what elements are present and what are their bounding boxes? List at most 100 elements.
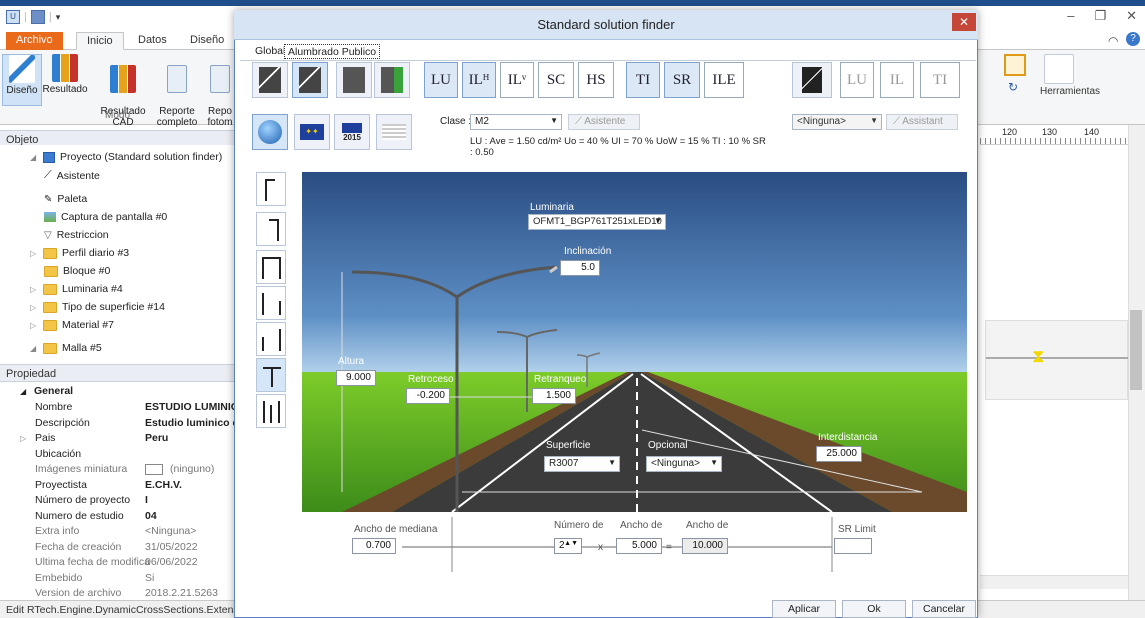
road-type-4[interactable] [374,62,410,98]
property-value[interactable]: Si [145,572,235,584]
save-icon[interactable] [30,10,45,24]
criteria-ile-button[interactable]: ILE [704,62,744,98]
tab-diseno[interactable]: Diseño [180,32,234,50]
retroceso-input[interactable]: -0.200 [406,388,450,404]
property-value[interactable]: Estudio luminico de l [145,417,235,429]
property-row[interactable]: Imágenes miniatura (ninguno) [0,463,236,478]
property-row[interactable]: Ultima fecha de modifica 06/06/2022 [0,556,236,571]
collapse-arrow-icon[interactable]: ◢ [30,153,38,162]
asistente-button[interactable]: ⟋ Asistente [568,114,640,130]
tree-item-captura[interactable]: Captura de pantalla #0 [44,211,167,223]
expand-arrow-icon[interactable]: ▷ [20,434,26,443]
luminaria-select[interactable]: OFMT1_BGP761T251xLED10 ▼ [528,214,666,230]
customize-icon[interactable]: ▾ [56,12,61,23]
criteria-sc-button[interactable]: SC [538,62,574,98]
expand-arrow-icon[interactable]: ▷ [30,303,38,312]
property-row[interactable]: Extra info <Ninguna> [0,525,236,540]
layout-opposite[interactable] [256,250,286,284]
ribbon-collapse-icon[interactable]: ◠ [1108,34,1118,48]
tree-item-bloque[interactable]: Bloque #0 [44,265,110,277]
layout-single-right[interactable] [256,212,286,246]
tab-datos[interactable]: Datos [128,32,177,50]
opcional-select[interactable]: <Ninguna> ▼ [646,456,722,472]
property-row[interactable]: Numero de estudio 04 [0,510,236,525]
tab-alumbrado-publico[interactable]: Alumbrado Publico [284,44,381,59]
property-value[interactable]: <Ninguna> [145,525,235,537]
app-logo-icon[interactable]: U [6,10,20,24]
tree-item-malla[interactable]: ◢ Malla #5 [30,342,102,354]
property-value[interactable]: Peru [145,432,235,444]
minimize-icon[interactable]: – [1067,8,1074,24]
aplicar-button[interactable]: Aplicar [772,600,836,618]
close-icon[interactable]: ✕ [1126,8,1137,24]
cancelar-button[interactable]: Cancelar [912,600,976,618]
criteria-il-right-button[interactable]: IL [880,62,914,98]
collapse-arrow-icon[interactable]: ◢ [30,344,38,353]
restore-icon[interactable]: ❐ [1094,8,1106,24]
layout-staggered-2[interactable] [256,322,286,356]
property-value[interactable]: E.CH.V. [145,479,235,491]
tree-item-perfil[interactable]: ▷ Perfil diario #3 [30,247,129,259]
tree-item-paleta[interactable]: ✎ Paleta [44,193,87,205]
road-type-1[interactable] [252,62,288,98]
clase-select[interactable]: M2 ▼ [470,114,562,130]
tree-item-luminaria[interactable]: ▷ Luminaria #4 [30,283,123,295]
expand-arrow-icon[interactable]: ▷ [30,285,38,294]
frame-tool-icon[interactable] [1004,54,1026,76]
tree-item-restriccion[interactable]: ▽ Restriccion [44,229,109,241]
road-type-2[interactable] [292,62,328,98]
layout-central[interactable] [256,358,286,392]
reporte-fotometrico-button[interactable]: Repo fotom [204,54,236,128]
layout-central-double[interactable] [256,394,286,428]
property-row[interactable]: Descripción Estudio luminico de l [0,417,236,432]
criteria-lu-right-button[interactable]: LU [840,62,874,98]
property-row[interactable]: Nombre ESTUDIO LUMINICO [0,401,236,416]
standard-us-button[interactable] [376,114,412,150]
property-value[interactable]: 2018.2.21.5263 [145,587,235,599]
criteria-lu-button[interactable]: LU [424,62,458,98]
layout-single-left[interactable] [256,172,286,206]
property-row[interactable]: Número de proyecto I [0,494,236,509]
refresh-icon[interactable]: ↻ [1008,80,1018,94]
inclinacion-input[interactable]: 5.0 [560,260,600,276]
herramientas-button[interactable]: Herramientas [1040,86,1100,97]
criteria-ilv-button[interactable]: ILᵛ [500,62,534,98]
tab-inicio[interactable]: Inicio [76,32,124,50]
horizontal-scrollbar[interactable] [980,575,1128,589]
property-value[interactable]: I [145,494,235,506]
tree-item-superficie[interactable]: ▷ Tipo de superficie #14 [30,301,165,313]
tab-archivo[interactable]: Archivo [6,32,63,50]
road-type-3[interactable] [336,62,372,98]
ok-button[interactable]: Ok [842,600,906,618]
expand-arrow-icon[interactable]: ▷ [30,249,38,258]
criteria-sr-button[interactable]: SR [664,62,700,98]
collapse-arrow-icon[interactable]: ◢ [20,387,26,396]
retranqueo-input[interactable]: 1.500 [532,388,576,404]
dialog-close-button[interactable]: ✕ [952,13,976,31]
expand-arrow-icon[interactable]: ▷ [30,321,38,330]
diseno-button[interactable]: Diseño [2,54,42,106]
property-row[interactable]: Proyectista E.CH.V. [0,479,236,494]
property-row[interactable]: Fecha de creación 31/05/2022 [0,541,236,556]
property-row[interactable]: Embebido Si [0,572,236,587]
secondary-class-select[interactable]: <Ninguna> ▼ [792,114,882,130]
thumbnail-swatch[interactable] [145,464,163,475]
standard-2015-button[interactable]: 2015 [334,114,370,150]
property-value[interactable]: 31/05/2022 [145,541,235,553]
criteria-hs-button[interactable]: HS [578,62,614,98]
reporte-completo-button[interactable]: Reporte completo [152,54,202,128]
superficie-select[interactable]: R3007 ▼ [544,456,620,472]
criteria-ti-right-button[interactable]: TI [920,62,960,98]
resultado-button[interactable]: Resultado [42,54,88,95]
numero-carriles-stepper[interactable]: 2 ▲▼ [554,538,582,554]
tunnel-road-button[interactable] [792,62,832,98]
tree-item-asistente[interactable]: ⟋ Asistente [44,169,100,182]
tree-item-material[interactable]: ▷ Material #7 [30,319,114,331]
scrollbar-thumb[interactable] [1130,310,1142,390]
layout-staggered[interactable] [256,286,286,320]
tab-global[interactable]: Global [252,44,288,59]
criteria-ti-button[interactable]: TI [626,62,660,98]
ancho-mediana-input[interactable]: 0.700 [352,538,396,554]
interdistancia-input[interactable]: 25.000 [816,446,862,462]
property-row[interactable]: Ubicación [0,448,236,463]
